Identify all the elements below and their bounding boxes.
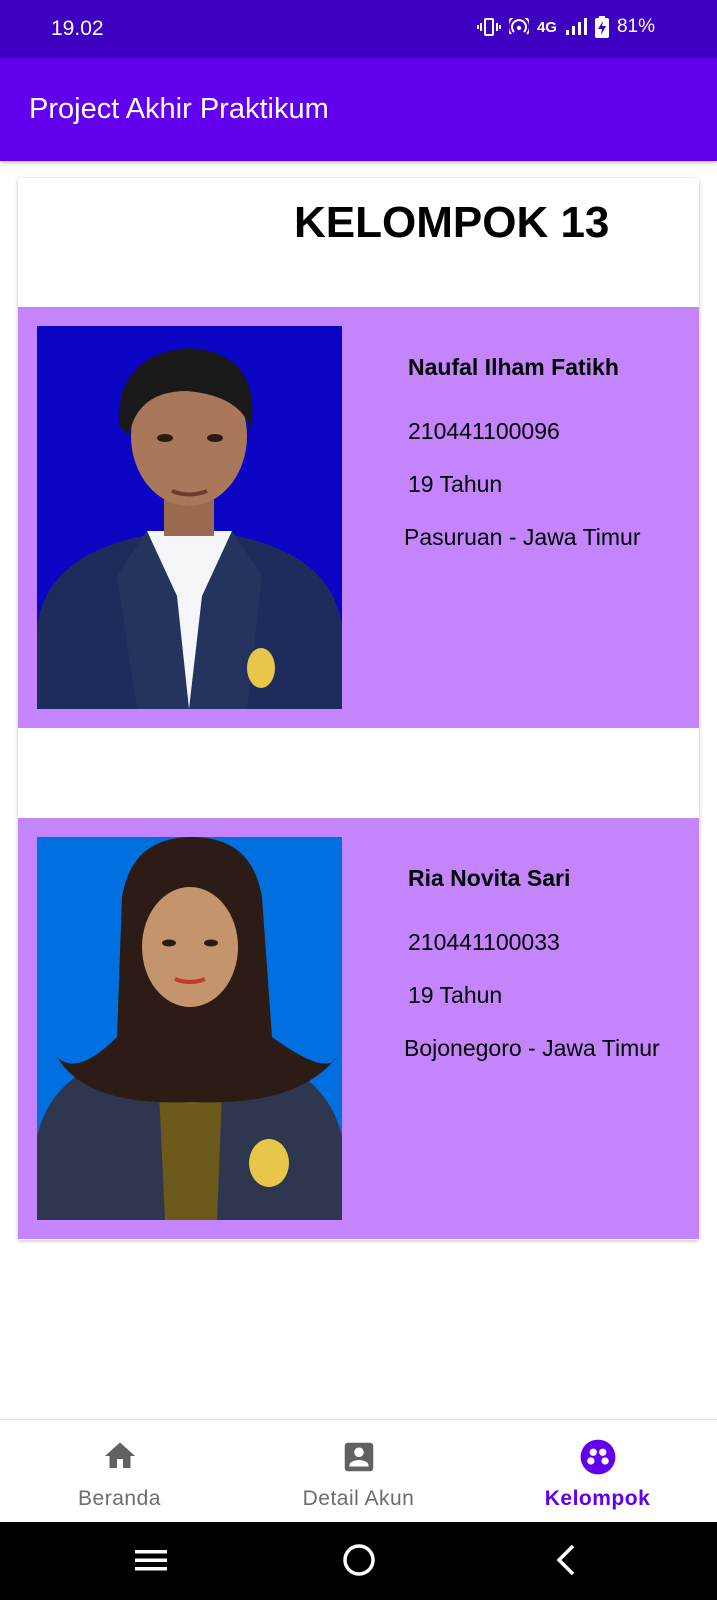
- member-age: 19 Tahun: [408, 982, 503, 1008]
- back-icon[interactable]: [549, 1542, 585, 1583]
- account-box-icon: [340, 1438, 378, 1481]
- network-type: 4G: [536, 18, 557, 36]
- group-icon: [579, 1438, 617, 1481]
- home-button-icon[interactable]: [341, 1542, 377, 1583]
- member-city: Pasuruan - Jawa Timur: [404, 524, 641, 550]
- nav-item-kelompok[interactable]: Kelompok: [478, 1420, 717, 1523]
- vibrate-icon: [476, 18, 501, 36]
- nav-item-detail-akun[interactable]: Detail Akun: [239, 1420, 478, 1523]
- system-navigation-bar: [0, 1522, 717, 1600]
- nav-label-beranda: Beranda: [78, 1487, 161, 1510]
- member-name: Naufal Ilham Fatikh: [408, 354, 619, 380]
- member-city: Bojonegoro - Jawa Timur: [404, 1035, 660, 1061]
- member-name: Ria Novita Sari: [408, 865, 571, 891]
- group-card: KELOMPOK 13 Naufal Ilham Fatikh 21044110…: [18, 178, 699, 1240]
- battery-charging-icon: [594, 16, 609, 38]
- member-nim: 210441100096: [408, 418, 560, 444]
- bottom-navigation: Beranda Detail Akun Kelompok: [0, 1419, 717, 1522]
- app-bar: Project Akhir Praktikum: [0, 58, 717, 161]
- app-title: Project Akhir Praktikum: [29, 93, 329, 125]
- member-card: Naufal Ilham Fatikh 210441100096 19 Tahu…: [18, 307, 699, 728]
- battery-level: 81%: [616, 16, 655, 37]
- status-time: 19.02: [51, 17, 104, 40]
- member-age: 19 Tahun: [408, 471, 503, 497]
- nav-label-kelompok: Kelompok: [544, 1487, 651, 1510]
- status-bar: 19.02 4G 81%: [0, 0, 717, 58]
- nav-item-beranda[interactable]: Beranda: [0, 1420, 239, 1523]
- status-icons: 4G 81%: [476, 16, 655, 38]
- home-icon: [101, 1438, 139, 1479]
- signal-icon: [565, 18, 587, 36]
- member-nim: 210441100033: [408, 929, 560, 955]
- member-card: Ria Novita Sari 210441100033 19 Tahun Bo…: [18, 818, 699, 1239]
- nav-label-detail-akun: Detail Akun: [302, 1487, 415, 1510]
- hotspot-icon: [508, 18, 529, 36]
- recent-apps-icon[interactable]: [133, 1542, 169, 1583]
- member-photo: [37, 326, 342, 709]
- member-photo: [37, 837, 342, 1220]
- group-title: KELOMPOK 13: [294, 198, 610, 247]
